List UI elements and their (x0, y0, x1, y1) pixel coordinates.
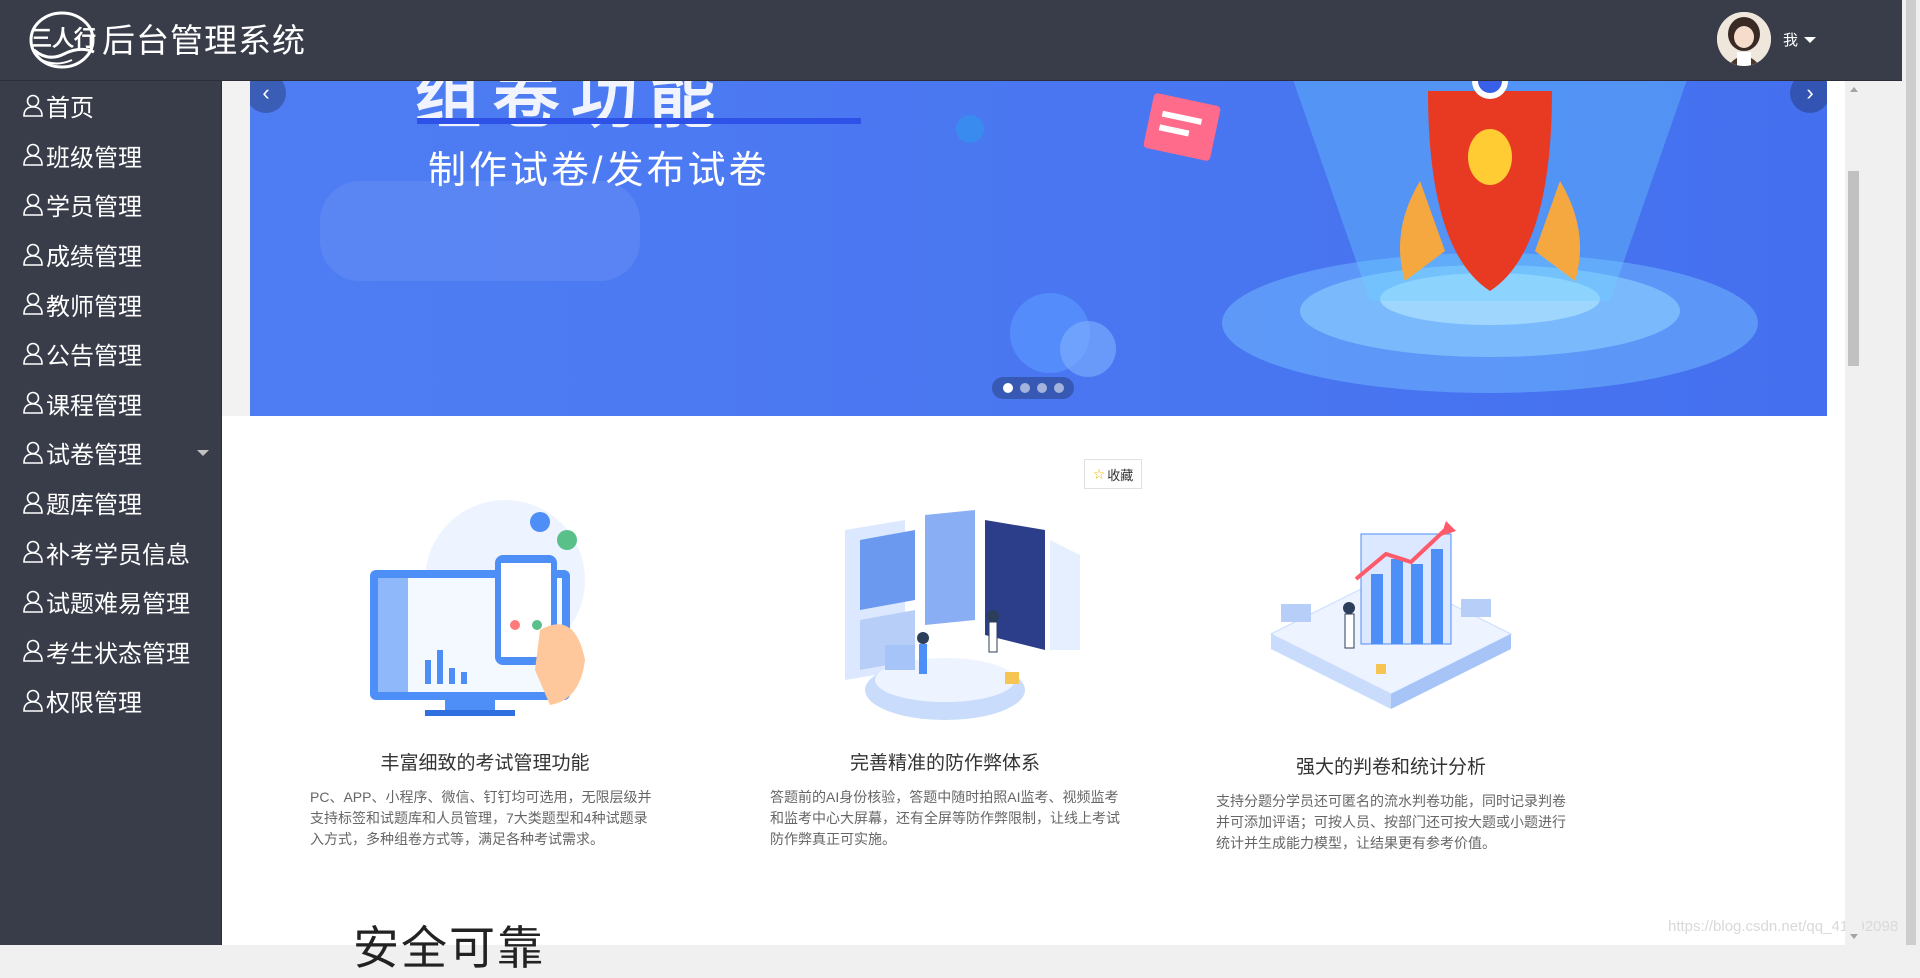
anti-cheating-illustration (805, 500, 1085, 730)
sidebar-item-label: 课程管理 (46, 392, 142, 420)
sidebar-item-label: 题库管理 (46, 492, 142, 520)
user-icon (23, 392, 43, 415)
window-scrollbar-thumb[interactable] (1906, 0, 1916, 945)
banner-heading: 组卷功能 (415, 81, 727, 135)
feature-description: 答题前的AI身份核验，答题中随时拍照AI监考、视频监考和监考中心大屏幕，还有全屏… (770, 789, 1120, 847)
feature-title: 完善精准的防作弊体系 (849, 753, 1040, 774)
sidebar-item-permissions[interactable]: 权限管理 (0, 676, 221, 726)
carousel-dot[interactable] (1053, 383, 1064, 393)
sidebar-item-scores[interactable]: 成绩管理 (0, 230, 221, 280)
sidebar-item-label: 教师管理 (46, 293, 142, 321)
sidebar-item-label: 班级管理 (46, 144, 142, 172)
feature-card: 强大的判卷和统计分析 支持分题分学员还可匿名的流水判卷功能，同时记录判卷并可添加… (1216, 504, 1566, 854)
user-icon (23, 689, 43, 712)
sidebar-item-teachers[interactable]: 教师管理 (0, 279, 221, 329)
scrollbar-thumb[interactable] (1848, 171, 1859, 366)
watermark: https://blog.csdn.net/qq_41592098 (1668, 918, 1899, 935)
app-title: 后台管理系统 (102, 22, 306, 59)
user-icon (23, 640, 43, 663)
carousel-dot[interactable] (1036, 383, 1047, 393)
user-icon (23, 94, 43, 117)
user-icon (23, 342, 43, 365)
feature-title: 强大的判卷和统计分析 (1295, 757, 1486, 778)
carousel-indicators (992, 377, 1074, 399)
sidebar-item-makeup-students[interactable]: 补考学员信息 (0, 527, 221, 577)
sidebar-item-papers[interactable]: 试卷管理 (0, 428, 221, 478)
user-icon (23, 144, 43, 167)
grading-statistics-illustration (1251, 504, 1531, 734)
content-scrollbar[interactable] (1845, 81, 1862, 945)
user-name[interactable]: 我 (1783, 29, 1798, 50)
sidebar-item-label: 考生状态管理 (46, 640, 190, 668)
carousel-dot[interactable] (1019, 383, 1030, 393)
rocket-illustration (956, 81, 1758, 393)
star-icon: ☆ (1092, 465, 1106, 482)
sidebar-item-label: 权限管理 (46, 690, 142, 718)
content-gutter (222, 81, 250, 416)
user-icon (23, 441, 43, 464)
feature-card: 丰富细致的考试管理功能 PC、APP、小程序、微信、钉钉均可选用，无限层级并支持… (310, 500, 660, 850)
sidebar-item-label: 公告管理 (46, 343, 142, 371)
sidebar-item-notices[interactable]: 公告管理 (0, 329, 221, 379)
feature-description: PC、APP、小程序、微信、钉钉均可选用，无限层级并支持标签和试题库和人员管理，… (310, 789, 652, 847)
banner-underline (417, 118, 861, 124)
sidebar: 首页 班级管理 学员管理 成绩管理 教师管理 公告管理 课程管理 试卷管理 题库… (0, 81, 222, 945)
user-icon (23, 193, 43, 216)
carousel-prev-button[interactable]: ‹ (250, 81, 286, 113)
sidebar-item-home[interactable]: 首页 (0, 81, 221, 131)
sidebar-item-label: 试卷管理 (46, 442, 142, 470)
top-header: 三人行 后台管理系统 我 (0, 0, 1902, 81)
sidebar-item-label: 成绩管理 (46, 244, 142, 272)
chevron-down-icon[interactable] (197, 450, 209, 457)
sidebar-item-students[interactable]: 学员管理 (0, 180, 221, 230)
user-menu[interactable]: 我 (1716, 12, 1816, 66)
sidebar-item-difficulty[interactable]: 试题难易管理 (0, 577, 221, 627)
user-icon (23, 243, 43, 266)
svg-text:三人行: 三人行 (30, 26, 96, 52)
carousel-banner[interactable]: 组卷功能 制作试卷/发布试卷 ‹ › (250, 81, 1844, 416)
sidebar-item-label: 首页 (46, 95, 94, 123)
scroll-up-arrow-icon[interactable] (1845, 81, 1862, 98)
feature-title: 丰富细致的考试管理功能 (380, 753, 590, 774)
sidebar-item-label: 试题难易管理 (46, 591, 190, 619)
chevron-down-icon[interactable] (1804, 37, 1816, 43)
bookmark-label: 收藏 (1107, 467, 1134, 483)
sidebar-item-courses[interactable]: 课程管理 (0, 379, 221, 429)
section-title: 安全可靠 (353, 922, 545, 974)
exam-management-illustration (345, 500, 625, 730)
sidebar-item-class[interactable]: 班级管理 (0, 131, 221, 181)
user-icon (23, 540, 43, 563)
bookmark-button[interactable]: ☆ 收藏 (1084, 459, 1142, 489)
sidebar-item-question-bank[interactable]: 题库管理 (0, 478, 221, 528)
user-icon (23, 292, 43, 315)
carousel-dot[interactable] (1002, 383, 1013, 393)
content-right-gutter (1827, 81, 1845, 945)
avatar[interactable] (1716, 12, 1771, 66)
sidebar-item-label: 学员管理 (46, 194, 142, 222)
scroll-down-arrow-icon[interactable] (1845, 928, 1862, 945)
sidebar-item-label: 补考学员信息 (46, 541, 190, 569)
user-icon (23, 590, 43, 613)
feature-card: 完善精准的防作弊体系 答题前的AI身份核验，答题中随时拍照AI监考、视频监考和监… (770, 500, 1120, 850)
user-icon (23, 491, 43, 514)
feature-description: 支持分题分学员还可匿名的流水判卷功能，同时记录判卷并可添加评语；可按人员、按部门… (1216, 793, 1566, 851)
sidebar-item-examinee-status[interactable]: 考生状态管理 (0, 627, 221, 677)
banner-decoration (320, 181, 640, 281)
logo-icon[interactable]: 三人行 (28, 10, 100, 70)
